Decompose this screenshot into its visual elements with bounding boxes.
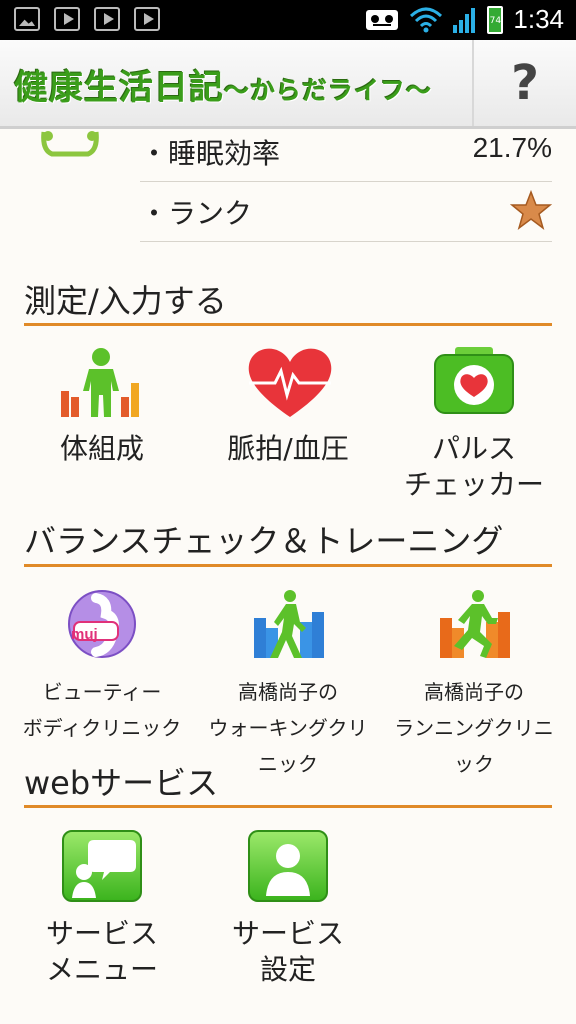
tile-label: サービス メニュー bbox=[45, 917, 158, 986]
heart-pulse-icon bbox=[248, 348, 332, 417]
tile-walking-clinic[interactable]: 高橋尚子の ウォーキングクリニック bbox=[208, 588, 368, 782]
section-title-balance-training: バランスチェック＆トレーニング bbox=[24, 522, 504, 560]
notification-icons bbox=[14, 7, 160, 31]
play-store-notification-icon bbox=[134, 7, 160, 31]
section-divider bbox=[24, 805, 552, 808]
tile-service-settings[interactable]: サービス 設定 bbox=[208, 830, 368, 988]
beauty-body-icon bbox=[68, 590, 136, 658]
tile-label: 高橋尚子の ランニングクリニック bbox=[394, 680, 554, 776]
voicemail-icon bbox=[366, 9, 399, 30]
signal-icon bbox=[453, 7, 476, 33]
tile-pulse-blood-pressure[interactable]: 脈拍/血圧 bbox=[208, 345, 368, 467]
wifi-icon bbox=[410, 7, 443, 32]
star-icon bbox=[510, 190, 552, 230]
tile-pulse-checker[interactable]: パルス チェッカー bbox=[394, 345, 554, 503]
service-settings-icon bbox=[248, 830, 328, 902]
app-header: 健康生活日記〜からだライフ〜 ? bbox=[0, 40, 576, 129]
stat-label: ・睡眠効率 bbox=[140, 137, 281, 170]
question-mark-icon: ? bbox=[511, 55, 539, 111]
play-store-notification-icon bbox=[94, 7, 120, 31]
section-divider bbox=[24, 564, 552, 567]
walking-figure-icon bbox=[254, 590, 324, 658]
tile-running-clinic[interactable]: 高橋尚子の ランニングクリニック bbox=[394, 588, 554, 782]
app-title: 健康生活日記〜からだライフ〜 bbox=[14, 60, 432, 109]
tile-label: パルス チェッカー bbox=[403, 432, 544, 501]
stat-row-rank: ・ランク bbox=[140, 182, 552, 242]
stat-label: ・ランク bbox=[140, 197, 253, 230]
status-bar: 74 1:34 bbox=[0, 0, 576, 40]
help-button[interactable]: ? bbox=[472, 40, 576, 126]
tile-label: 体組成 bbox=[59, 432, 144, 465]
section-title-web-services: webサービス bbox=[24, 764, 219, 802]
tile-label: 脈拍/血圧 bbox=[227, 432, 349, 465]
section-title-measure: 測定/入力する bbox=[24, 282, 227, 320]
muj-badge: muj bbox=[71, 626, 98, 643]
tile-beauty-body-clinic[interactable]: muj ビューティー ボディクリニック bbox=[22, 588, 182, 746]
app-title-subtitle: 〜からだライフ〜 bbox=[224, 76, 433, 105]
tile-body-composition[interactable]: 体組成 bbox=[22, 345, 182, 467]
app-title-main: 健康生活日記 bbox=[14, 68, 224, 108]
section-divider bbox=[24, 323, 552, 326]
service-menu-icon bbox=[62, 830, 142, 902]
stat-value: 21.7% bbox=[472, 132, 552, 163]
running-figure-icon bbox=[440, 590, 510, 658]
stat-row-sleep-efficiency: ・睡眠効率 21.7% bbox=[140, 122, 552, 182]
mascot-icon bbox=[41, 131, 99, 157]
tile-service-menu[interactable]: サービス メニュー bbox=[22, 830, 182, 988]
camera-heart-icon bbox=[434, 347, 514, 414]
tile-label: サービス 設定 bbox=[231, 917, 344, 986]
tile-label: 高橋尚子の ウォーキングクリニック bbox=[208, 680, 368, 776]
clock: 1:34 bbox=[513, 4, 564, 34]
play-store-notification-icon bbox=[54, 7, 80, 31]
tile-label: ビューティー ボディクリニック bbox=[22, 680, 182, 740]
picture-notification-icon bbox=[14, 7, 40, 31]
body-composition-icon bbox=[61, 348, 139, 417]
battery-icon: 74 bbox=[487, 5, 504, 34]
